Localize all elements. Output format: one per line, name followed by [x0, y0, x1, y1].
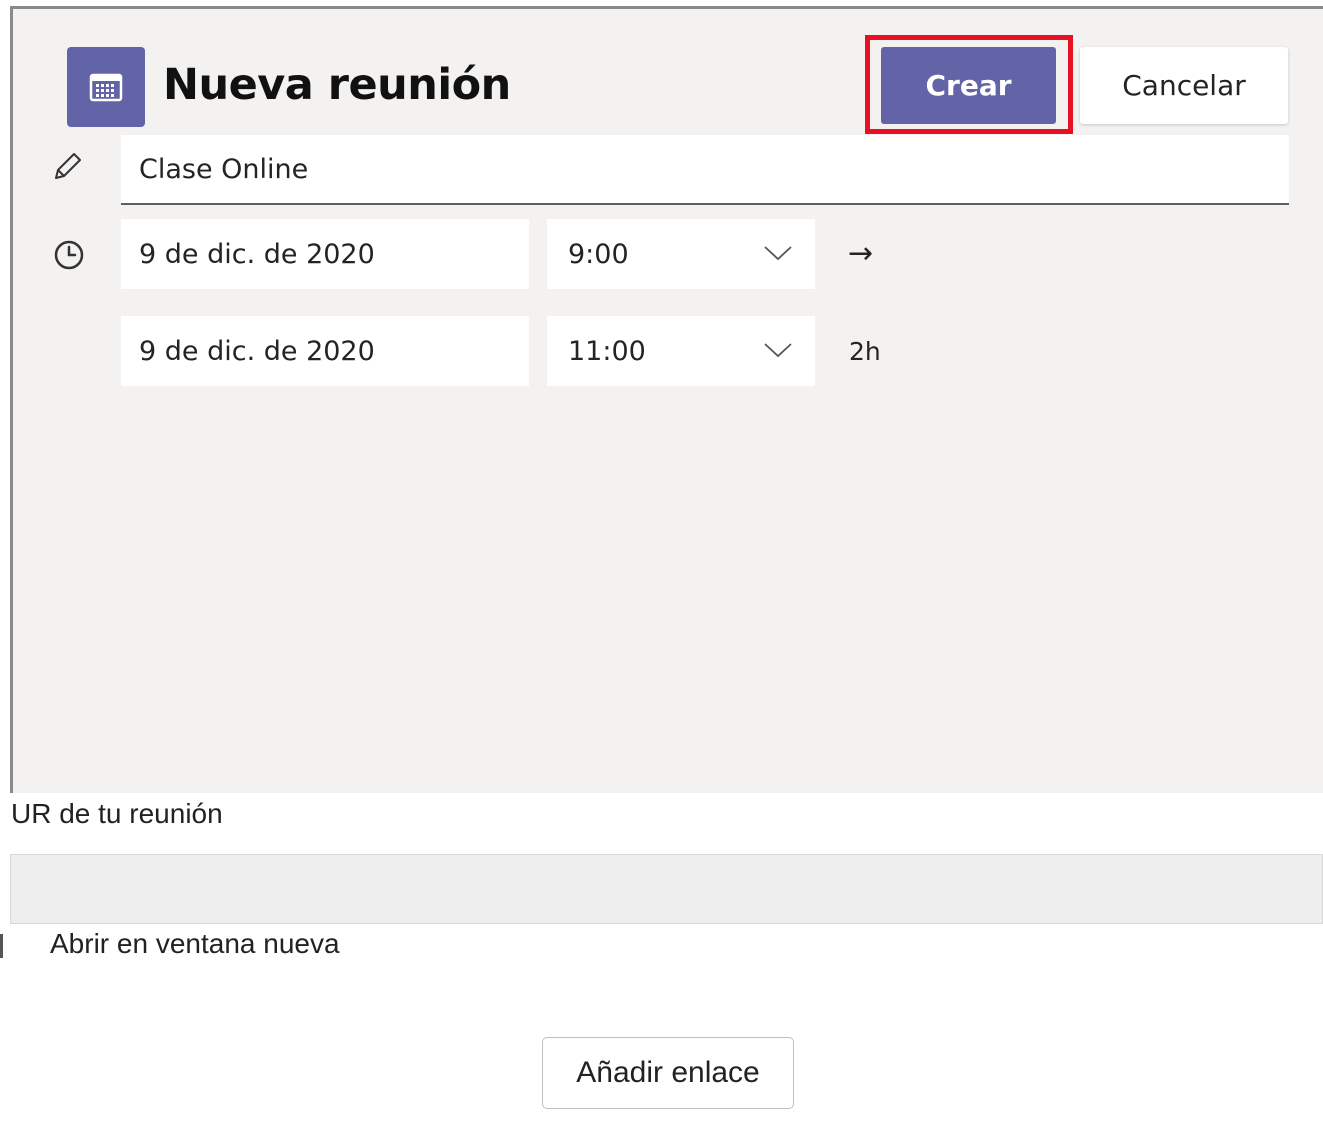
open-new-window-checkbox[interactable] [0, 934, 3, 958]
meeting-url-label: UR de tu reunión [11, 798, 223, 829]
end-time-value: 11:00 [568, 335, 646, 367]
arrow-right-icon: → [848, 236, 874, 271]
end-date-field[interactable]: 9 de dic. de 2020 [121, 316, 529, 386]
page-title: Nueva reunión [163, 60, 511, 110]
end-time-dropdown[interactable]: 11:00 [547, 316, 815, 386]
create-button[interactable]: Crear [881, 47, 1056, 124]
open-new-window-label: Abrir en ventana nueva [50, 928, 340, 959]
new-meeting-panel [10, 6, 1323, 793]
chevron-down-icon [764, 343, 792, 358]
pencil-icon [55, 153, 81, 179]
cancel-button[interactable]: Cancelar [1080, 47, 1288, 124]
add-link-button[interactable]: Añadir enlace [542, 1037, 794, 1109]
duration-label: 2h [849, 337, 881, 366]
start-time-value: 9:00 [568, 238, 629, 270]
meeting-title-input[interactable]: Clase Online [121, 135, 1289, 205]
calendar-icon [67, 47, 145, 127]
chevron-down-icon [764, 246, 792, 261]
start-time-dropdown[interactable]: 9:00 [547, 219, 815, 289]
start-date-field[interactable]: 9 de dic. de 2020 [121, 219, 529, 289]
meeting-url-input[interactable] [10, 854, 1323, 924]
clock-icon [54, 240, 84, 270]
